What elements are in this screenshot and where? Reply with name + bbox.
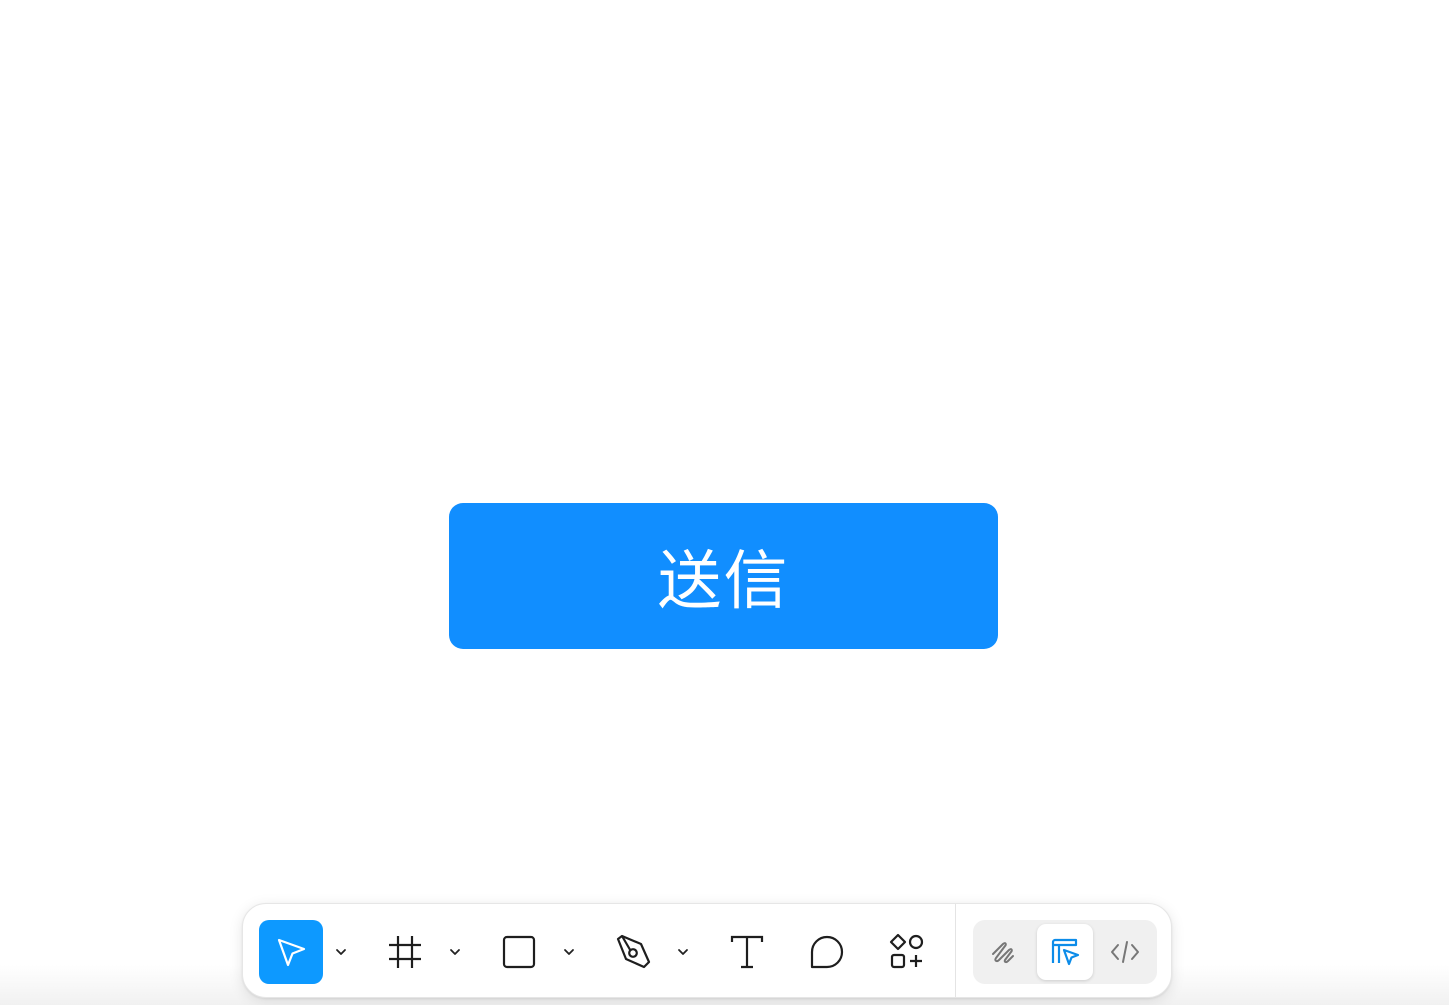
toolbar-divider	[955, 904, 956, 997]
comment-bubble-icon	[810, 935, 844, 969]
design-mode-button[interactable]	[1037, 924, 1093, 980]
draw-mode-button[interactable]	[977, 924, 1033, 980]
chevron-down-icon	[564, 949, 574, 955]
design-canvas[interactable]: 送信	[0, 0, 1449, 1005]
dev-mode-button[interactable]	[1097, 924, 1153, 980]
shape-tool-button[interactable]	[487, 920, 551, 984]
pen-tool-button[interactable]	[601, 920, 665, 984]
frame-grid-icon	[389, 936, 421, 968]
frame-tool-button[interactable]	[373, 920, 437, 984]
text-tool-button[interactable]	[715, 920, 779, 984]
send-button[interactable]: 送信	[449, 503, 998, 649]
move-tool-button[interactable]	[259, 920, 323, 984]
design-layout-cursor-icon	[1051, 938, 1080, 966]
comment-tool-button[interactable]	[795, 920, 859, 984]
shapes-plus-icon	[889, 933, 924, 969]
move-tool-dropdown[interactable]	[331, 941, 351, 963]
rectangle-icon	[502, 935, 536, 969]
frame-tool-dropdown[interactable]	[445, 941, 465, 963]
scribble-icon	[992, 942, 1014, 964]
text-t-icon	[730, 935, 764, 969]
mode-switcher	[973, 920, 1157, 984]
cursor-arrow-icon	[277, 938, 306, 967]
chevron-down-icon	[450, 949, 460, 955]
pen-tool-dropdown[interactable]	[673, 941, 693, 963]
chevron-down-icon	[336, 949, 346, 955]
code-brackets-icon	[1111, 941, 1139, 963]
pen-nib-icon	[616, 934, 651, 969]
shape-tool-dropdown[interactable]	[559, 941, 579, 963]
bottom-toolbar	[242, 903, 1172, 998]
actions-tool-button[interactable]	[875, 920, 939, 984]
chevron-down-icon	[678, 949, 688, 955]
